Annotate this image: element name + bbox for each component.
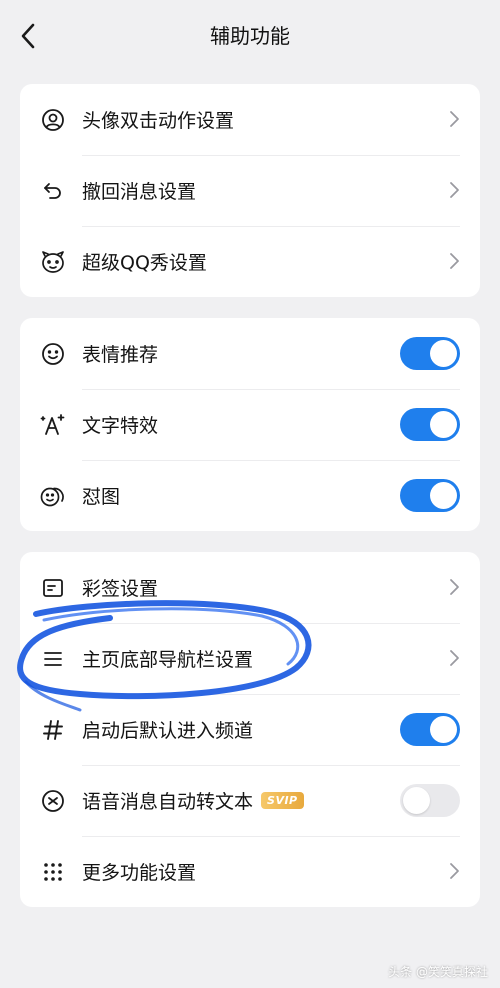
setting-sticker-reply: 怼图 [20,460,480,531]
default-channel-toggle[interactable] [400,713,460,746]
grid-dots-icon [40,859,66,885]
hash-icon [40,717,66,743]
setting-label: 文字特效 [82,415,159,437]
toggle-knob [430,411,457,438]
setting-label: 怼图 [82,486,121,508]
setting-label: 启动后默认进入频道 [82,720,254,742]
avatar-icon [40,107,66,133]
setting-recall-message[interactable]: 撤回消息设置 [20,155,480,226]
sticker-icon [40,483,66,509]
setting-label: 撤回消息设置 [82,181,197,203]
menu-lines-icon [40,646,66,672]
toggle-knob [430,340,457,367]
setting-label: 头像双击动作设置 [82,110,235,132]
setting-label: 彩签设置 [82,578,159,600]
chevron-right-icon [450,863,459,879]
setting-avatar-double-tap[interactable]: 头像双击动作设置 [20,84,480,155]
setting-label: 超级QQ秀设置 [82,252,207,274]
setting-label: 语音消息自动转文本 [82,791,254,813]
chevron-right-icon [450,111,459,127]
text-effects-toggle[interactable] [400,408,460,441]
setting-default-channel: 启动后默认进入频道 [20,694,480,765]
chevron-right-icon [450,650,459,666]
navigation-bar: 辅助功能 [0,0,500,72]
settings-group-3: 彩签设置 主页底部导航栏设置 启动后默认进入频道 语音消息自动转文本 SVIP [20,552,480,907]
settings-group-1: 头像双击动作设置 撤回消息设置 超级QQ秀设置 [20,84,480,297]
undo-icon [40,178,66,204]
setting-color-tag[interactable]: 彩签设置 [20,552,480,623]
voice-to-text-toggle[interactable] [400,784,460,817]
setting-text-effects: 文字特效 [20,389,480,460]
qq-show-icon [40,249,66,275]
setting-bottom-nav-bar[interactable]: 主页底部导航栏设置 [20,623,480,694]
sticker-reply-toggle[interactable] [400,479,460,512]
toggle-knob [403,787,430,814]
emoji-recommend-toggle[interactable] [400,337,460,370]
text-sparkle-icon [40,412,66,438]
setting-super-qq-show[interactable]: 超级QQ秀设置 [20,226,480,297]
chevron-right-icon [450,579,459,595]
smiley-icon [40,341,66,367]
setting-label: 更多功能设置 [82,862,197,884]
chevron-right-icon [450,253,459,269]
setting-emoji-recommend: 表情推荐 [20,318,480,389]
settings-group-2: 表情推荐 文字特效 怼图 [20,318,480,531]
tag-icon [40,575,66,601]
voice-text-icon [40,788,66,814]
toggle-knob [430,716,457,743]
page-title: 辅助功能 [210,24,290,48]
setting-voice-to-text: 语音消息自动转文本 SVIP [20,765,480,836]
chevron-right-icon [450,182,459,198]
svip-badge: SVIP [261,792,304,809]
setting-label: 主页底部导航栏设置 [82,649,254,671]
setting-label: 表情推荐 [82,344,159,366]
watermark: 头条 @笑笑真探社 [388,965,488,979]
setting-more-features[interactable]: 更多功能设置 [20,836,480,907]
toggle-knob [430,482,457,509]
